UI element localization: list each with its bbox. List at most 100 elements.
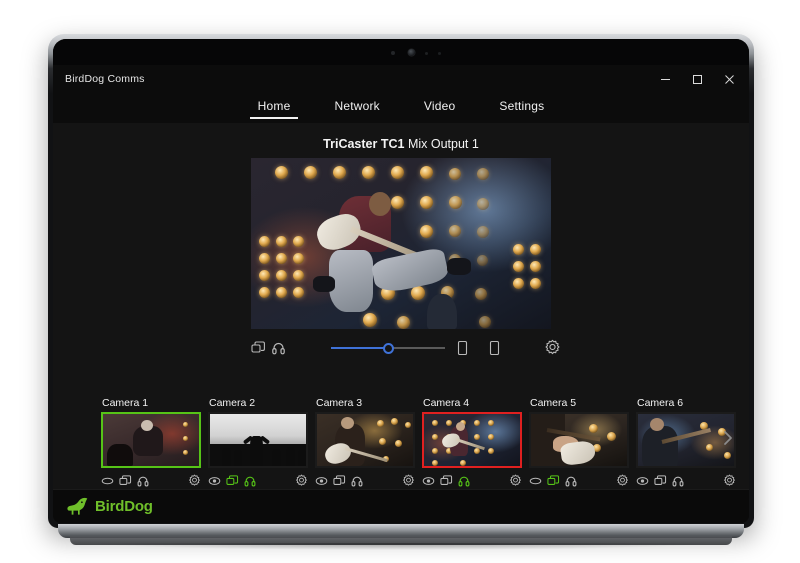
camera-thumbnail[interactable] — [422, 412, 522, 468]
device-foot-shadow — [96, 543, 706, 550]
eye-icon — [208, 475, 221, 487]
gear-icon — [723, 474, 736, 487]
copy-icon — [226, 475, 239, 487]
sensor-icon — [438, 52, 441, 55]
camera-label: Camera 4 — [422, 397, 528, 409]
tab-video[interactable]: Video — [420, 97, 459, 119]
performer-shoe-right — [447, 258, 471, 275]
program-control-bar — [251, 338, 551, 358]
performer-shoe-left — [313, 276, 335, 292]
performer-figure — [642, 426, 678, 468]
performer-head — [369, 192, 391, 216]
camera-label: Camera 6 — [636, 397, 742, 409]
camera-thumbnail[interactable] — [529, 412, 629, 468]
main-content: TriCaster TC1 Mix Output 1 — [53, 123, 749, 523]
program-settings-button[interactable] — [544, 339, 561, 356]
copy-icon — [119, 475, 132, 487]
tab-network[interactable]: Network — [330, 97, 383, 119]
headphones-button[interactable] — [272, 341, 285, 355]
copy-icon — [251, 341, 266, 355]
headphones-icon — [244, 475, 256, 487]
performer-head — [456, 422, 465, 431]
close-icon — [724, 74, 735, 85]
volume-slider-fill — [331, 347, 388, 349]
title-bar: BirdDog Comms — [53, 65, 749, 93]
app-title: BirdDog Comms — [65, 73, 145, 85]
volume-slider-knob[interactable] — [383, 343, 394, 354]
device-button-a[interactable] — [457, 340, 468, 356]
headphones-icon — [458, 475, 470, 487]
sensor-icon — [425, 52, 428, 55]
gear-icon — [295, 474, 308, 487]
headphones-icon — [272, 341, 285, 355]
copy-icon — [333, 475, 346, 487]
headphones-icon — [137, 475, 149, 487]
drum-kit — [107, 444, 133, 466]
crowd-figure-center — [250, 436, 263, 466]
webcam-icon — [408, 49, 415, 56]
thumbnail-scene — [424, 414, 520, 466]
duplicate-button[interactable] — [251, 341, 266, 355]
camera-thumbnail[interactable] — [101, 412, 201, 468]
program-title: TriCaster TC1 Mix Output 1 — [323, 137, 479, 151]
eye-icon — [636, 475, 649, 487]
sensor-icon — [391, 51, 395, 55]
eye-icon — [422, 475, 435, 487]
volume-slider[interactable] — [331, 347, 445, 349]
drummer-head — [141, 420, 153, 431]
camera-card[interactable]: Camera 2 — [208, 397, 314, 492]
window-controls — [649, 65, 745, 93]
performer-leg-left — [329, 250, 373, 312]
device-icon — [489, 340, 500, 356]
maximize-button[interactable] — [681, 65, 713, 93]
tab-settings[interactable]: Settings — [495, 97, 548, 119]
performer-head — [650, 418, 664, 431]
guitarist-head — [341, 417, 354, 429]
chevron-right-icon — [722, 428, 734, 448]
device-bezel-top — [53, 39, 749, 65]
camera-label: Camera 3 — [315, 397, 421, 409]
tab-home[interactable]: Home — [254, 97, 295, 119]
camera-label: Camera 5 — [529, 397, 635, 409]
eye-off-icon — [529, 475, 542, 487]
copy-icon — [440, 475, 453, 487]
main-navigation: Home Network Video Settings — [53, 93, 749, 123]
footer-bar: BirdDog — [53, 489, 749, 523]
eye-off-icon — [101, 475, 114, 487]
minimize-button[interactable] — [649, 65, 681, 93]
tablet-device-frame: BirdDog Comms — [48, 34, 754, 528]
headphones-icon — [565, 475, 577, 487]
close-button[interactable] — [713, 65, 745, 93]
copy-icon — [654, 475, 667, 487]
headphones-icon — [672, 475, 684, 487]
camera-thumbnail[interactable] — [315, 412, 415, 468]
camera-strip: Camera 1 — [53, 397, 749, 489]
camera-card[interactable]: Camera 1 — [101, 397, 207, 492]
maximize-icon — [692, 74, 703, 85]
drummer-silhouette — [427, 294, 457, 329]
camera-card[interactable]: Camera 3 — [315, 397, 421, 492]
camera-label: Camera 1 — [101, 397, 207, 409]
program-monitor-preview[interactable] — [251, 158, 551, 329]
gear-icon — [509, 474, 522, 487]
camera-thumbnail[interactable] — [208, 412, 308, 468]
program-output-name: Mix Output 1 — [408, 137, 479, 151]
brand-wordmark: BirdDog — [95, 498, 153, 515]
headphones-icon — [351, 475, 363, 487]
camera-strip-next-button[interactable] — [717, 423, 739, 453]
stage-lamp-grid — [251, 158, 551, 329]
gear-icon — [188, 474, 201, 487]
tablet-screen: BirdDog Comms — [53, 39, 749, 523]
device-icon — [457, 340, 468, 356]
gear-icon — [544, 339, 561, 356]
device-button-b[interactable] — [489, 340, 500, 356]
program-source-name: TriCaster TC1 — [323, 137, 404, 151]
gear-icon — [402, 474, 415, 487]
camera-label: Camera 2 — [208, 397, 314, 409]
camera-card[interactable]: Camera 4 — [422, 397, 528, 492]
camera-card[interactable]: Camera 5 — [529, 397, 635, 492]
eye-icon — [315, 475, 328, 487]
gear-icon — [616, 474, 629, 487]
copy-icon — [547, 475, 560, 487]
minimize-icon — [660, 74, 671, 85]
